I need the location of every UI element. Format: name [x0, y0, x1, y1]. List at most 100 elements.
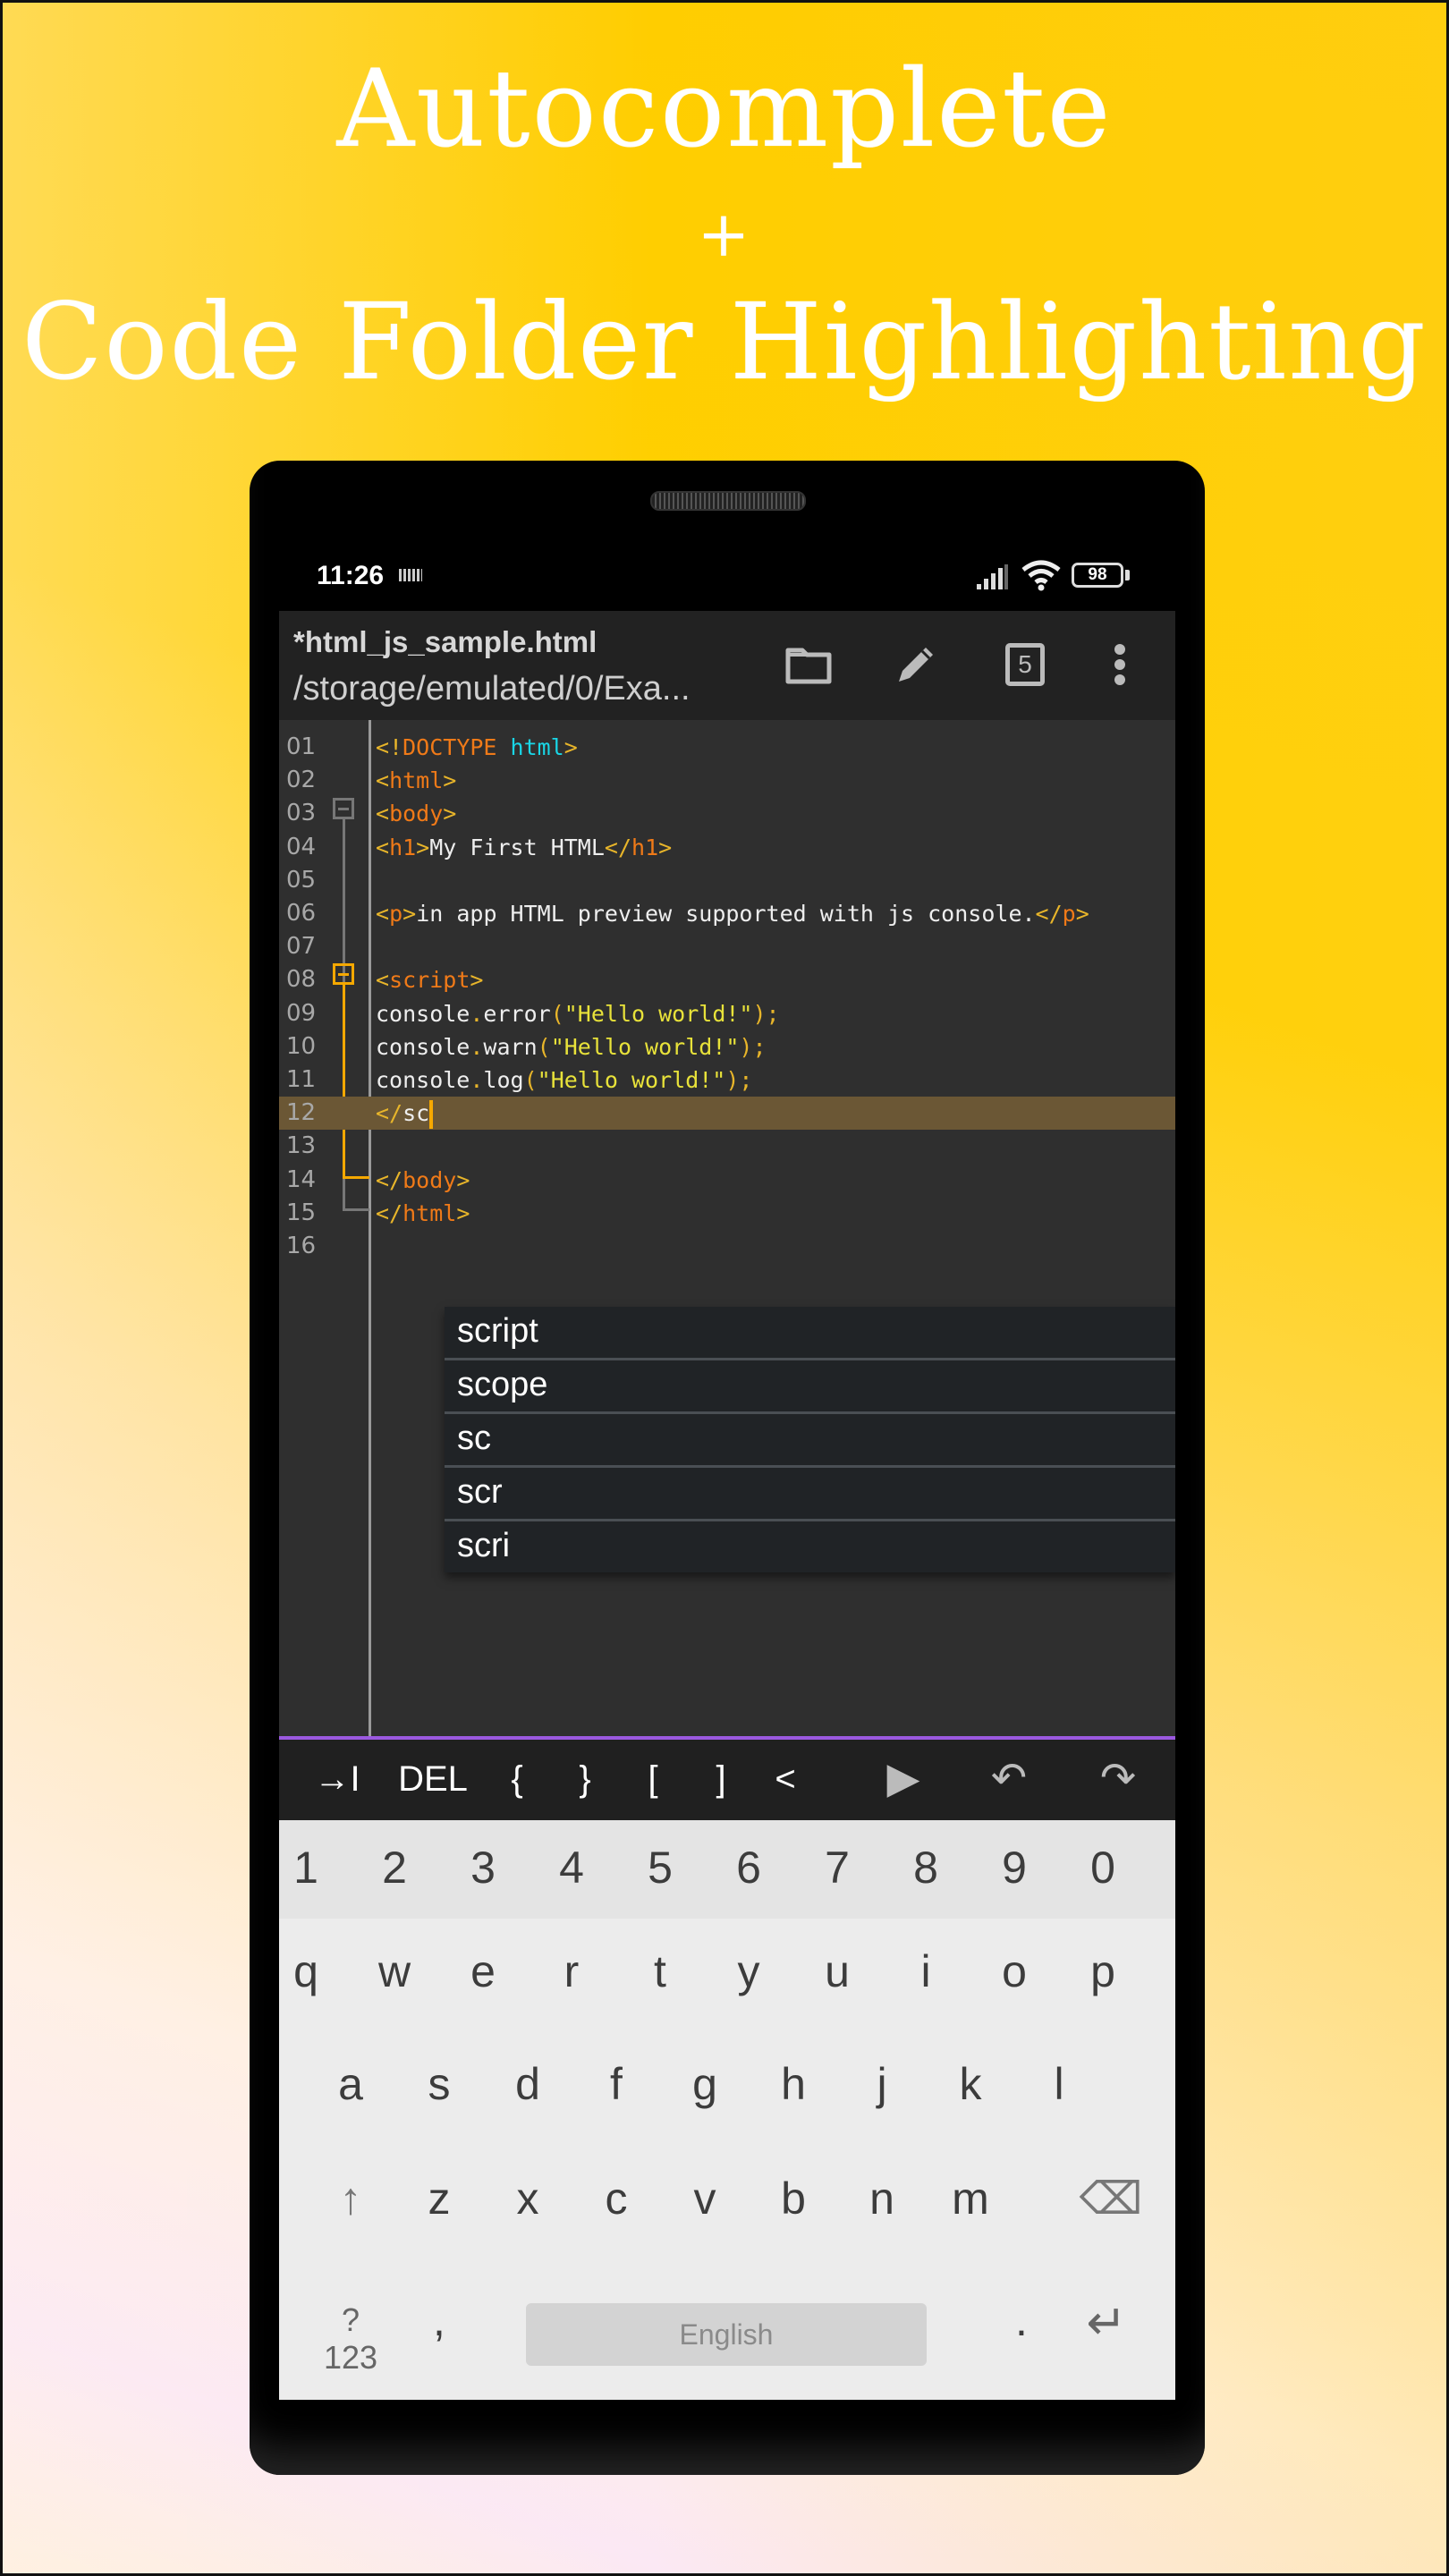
- key-9[interactable]: 9: [979, 1842, 1050, 1894]
- code-line[interactable]: 15 </html>: [279, 1197, 1175, 1230]
- code-line[interactable]: 06 <p>in app HTML preview supported with …: [279, 897, 1175, 930]
- pencil-icon: [899, 648, 933, 682]
- key-k[interactable]: k: [935, 2058, 1006, 2110]
- close-bracket-key[interactable]: ]: [703, 1754, 739, 1804]
- key-5[interactable]: 5: [624, 1842, 696, 1894]
- code-line[interactable]: 08 <script>: [279, 963, 1175, 996]
- key-6[interactable]: 6: [713, 1842, 784, 1894]
- enter-key[interactable]: ↵: [1071, 2294, 1142, 2351]
- code-line[interactable]: 03 <body>: [279, 797, 1175, 830]
- code-token: "Hello world!": [550, 1033, 740, 1060]
- key-n[interactable]: n: [846, 2173, 918, 2224]
- code-line[interactable]: 07: [279, 930, 1175, 963]
- backspace-key[interactable]: ⌫: [1075, 2173, 1147, 2224]
- key-i[interactable]: i: [890, 1945, 962, 1997]
- key-l[interactable]: l: [1023, 2058, 1095, 2110]
- space-key[interactable]: English: [526, 2303, 927, 2366]
- key-a[interactable]: a: [315, 2058, 386, 2110]
- open-bracket-key[interactable]: [: [635, 1754, 671, 1804]
- code-line[interactable]: 11 console.log("Hello world!");: [279, 1063, 1175, 1097]
- line-code: <h1>My First HTML</h1>: [376, 831, 672, 864]
- run-button[interactable]: ▶: [878, 1754, 928, 1804]
- key-0[interactable]: 0: [1067, 1842, 1139, 1894]
- key-t[interactable]: t: [624, 1945, 696, 1997]
- key-y[interactable]: y: [713, 1945, 784, 1997]
- key-e[interactable]: e: [447, 1945, 519, 1997]
- code-token: </: [376, 1100, 403, 1127]
- code-token: "Hello world!": [564, 1000, 753, 1027]
- code-token: html: [389, 767, 444, 794]
- code-line[interactable]: 10 console.warn("Hello world!");: [279, 1030, 1175, 1063]
- code-token: h1: [389, 834, 417, 860]
- line-number: 02: [286, 767, 317, 794]
- code-line[interactable]: 04 <h1>My First HTML</h1>: [279, 831, 1175, 864]
- key-7[interactable]: 7: [801, 1842, 873, 1894]
- code-line[interactable]: 14 </body>: [279, 1164, 1175, 1197]
- edit-button[interactable]: [887, 636, 945, 693]
- undo-button[interactable]: ↶: [980, 1754, 1038, 1804]
- line-code: <html>: [376, 764, 456, 797]
- key-h[interactable]: h: [758, 2058, 829, 2110]
- code-token: </: [1035, 901, 1063, 927]
- file-path: /storage/emulated/0/Exa...: [293, 670, 691, 708]
- symbols-key[interactable]: ?123: [315, 2301, 386, 2377]
- key-2[interactable]: 2: [359, 1842, 430, 1894]
- code-line[interactable]: 02 <html>: [279, 764, 1175, 797]
- key-f[interactable]: f: [580, 2058, 652, 2110]
- line-number: 12: [286, 1099, 317, 1127]
- key-v[interactable]: v: [669, 2173, 741, 2224]
- shift-key[interactable]: ↑: [315, 2173, 386, 2224]
- code-line[interactable]: 01 <!DOCTYPE html>: [279, 731, 1175, 764]
- code-token: DOCTYPE: [402, 734, 497, 760]
- key-j[interactable]: j: [846, 2058, 918, 2110]
- comma-key[interactable]: ,: [403, 2294, 475, 2346]
- code-editor[interactable]: 01 <!DOCTYPE html> 02 <html> 03 <body> 04 <h1>M…: [279, 720, 1175, 1738]
- key-p[interactable]: p: [1067, 1945, 1139, 1997]
- key-u[interactable]: u: [801, 1945, 873, 1997]
- autocomplete-suggestion[interactable]: scope: [445, 1360, 1175, 1414]
- open-brace-key[interactable]: {: [499, 1754, 535, 1804]
- autocomplete-suggestion[interactable]: script: [445, 1307, 1175, 1360]
- key-1[interactable]: 1: [279, 1842, 342, 1894]
- key-w[interactable]: w: [359, 1945, 430, 1997]
- key-8[interactable]: 8: [890, 1842, 962, 1894]
- code-line[interactable]: 05: [279, 864, 1175, 897]
- code-line[interactable]: 13: [279, 1130, 1175, 1163]
- key-x[interactable]: x: [492, 2173, 564, 2224]
- key-o[interactable]: o: [979, 1945, 1050, 1997]
- open-folder-button[interactable]: [780, 636, 837, 693]
- key-m[interactable]: m: [935, 2173, 1006, 2224]
- code-token: h1: [631, 834, 659, 860]
- autocomplete-suggestion[interactable]: scr: [445, 1468, 1175, 1521]
- line-code: <p>in app HTML preview supported with js…: [376, 897, 1089, 930]
- key-g[interactable]: g: [669, 2058, 741, 2110]
- code-token: console: [376, 1000, 470, 1027]
- less-than-key[interactable]: <: [767, 1754, 803, 1804]
- code-line[interactable]: 12 </sc: [279, 1097, 1175, 1131]
- code-token: <: [376, 901, 390, 927]
- key-r[interactable]: r: [536, 1945, 607, 1997]
- code-line[interactable]: 09 console.error("Hello world!");: [279, 997, 1175, 1030]
- key-d[interactable]: d: [492, 2058, 564, 2110]
- key-q[interactable]: q: [279, 1945, 342, 1997]
- key-c[interactable]: c: [580, 2173, 652, 2224]
- tabs-button[interactable]: 5: [996, 636, 1054, 693]
- period-key[interactable]: .: [986, 2294, 1057, 2346]
- code-token: );: [739, 1033, 767, 1060]
- code-line[interactable]: 16: [279, 1230, 1175, 1263]
- key-3[interactable]: 3: [447, 1842, 519, 1894]
- more-options-button[interactable]: [1091, 636, 1148, 693]
- key-4[interactable]: 4: [536, 1842, 607, 1894]
- key-z[interactable]: z: [403, 2173, 475, 2224]
- del-key[interactable]: DEL: [386, 1754, 479, 1804]
- redo-button[interactable]: ↷: [1089, 1754, 1147, 1804]
- autocomplete-suggestion[interactable]: scri: [445, 1521, 1175, 1572]
- tab-key[interactable]: →I: [304, 1754, 370, 1804]
- code-token: .: [470, 1067, 484, 1093]
- key-s[interactable]: s: [403, 2058, 475, 2110]
- line-code: </sc: [376, 1097, 434, 1130]
- key-b[interactable]: b: [758, 2173, 829, 2224]
- autocomplete-suggestion[interactable]: sc: [445, 1414, 1175, 1468]
- code-token: );: [752, 1000, 780, 1027]
- close-brace-key[interactable]: }: [567, 1754, 603, 1804]
